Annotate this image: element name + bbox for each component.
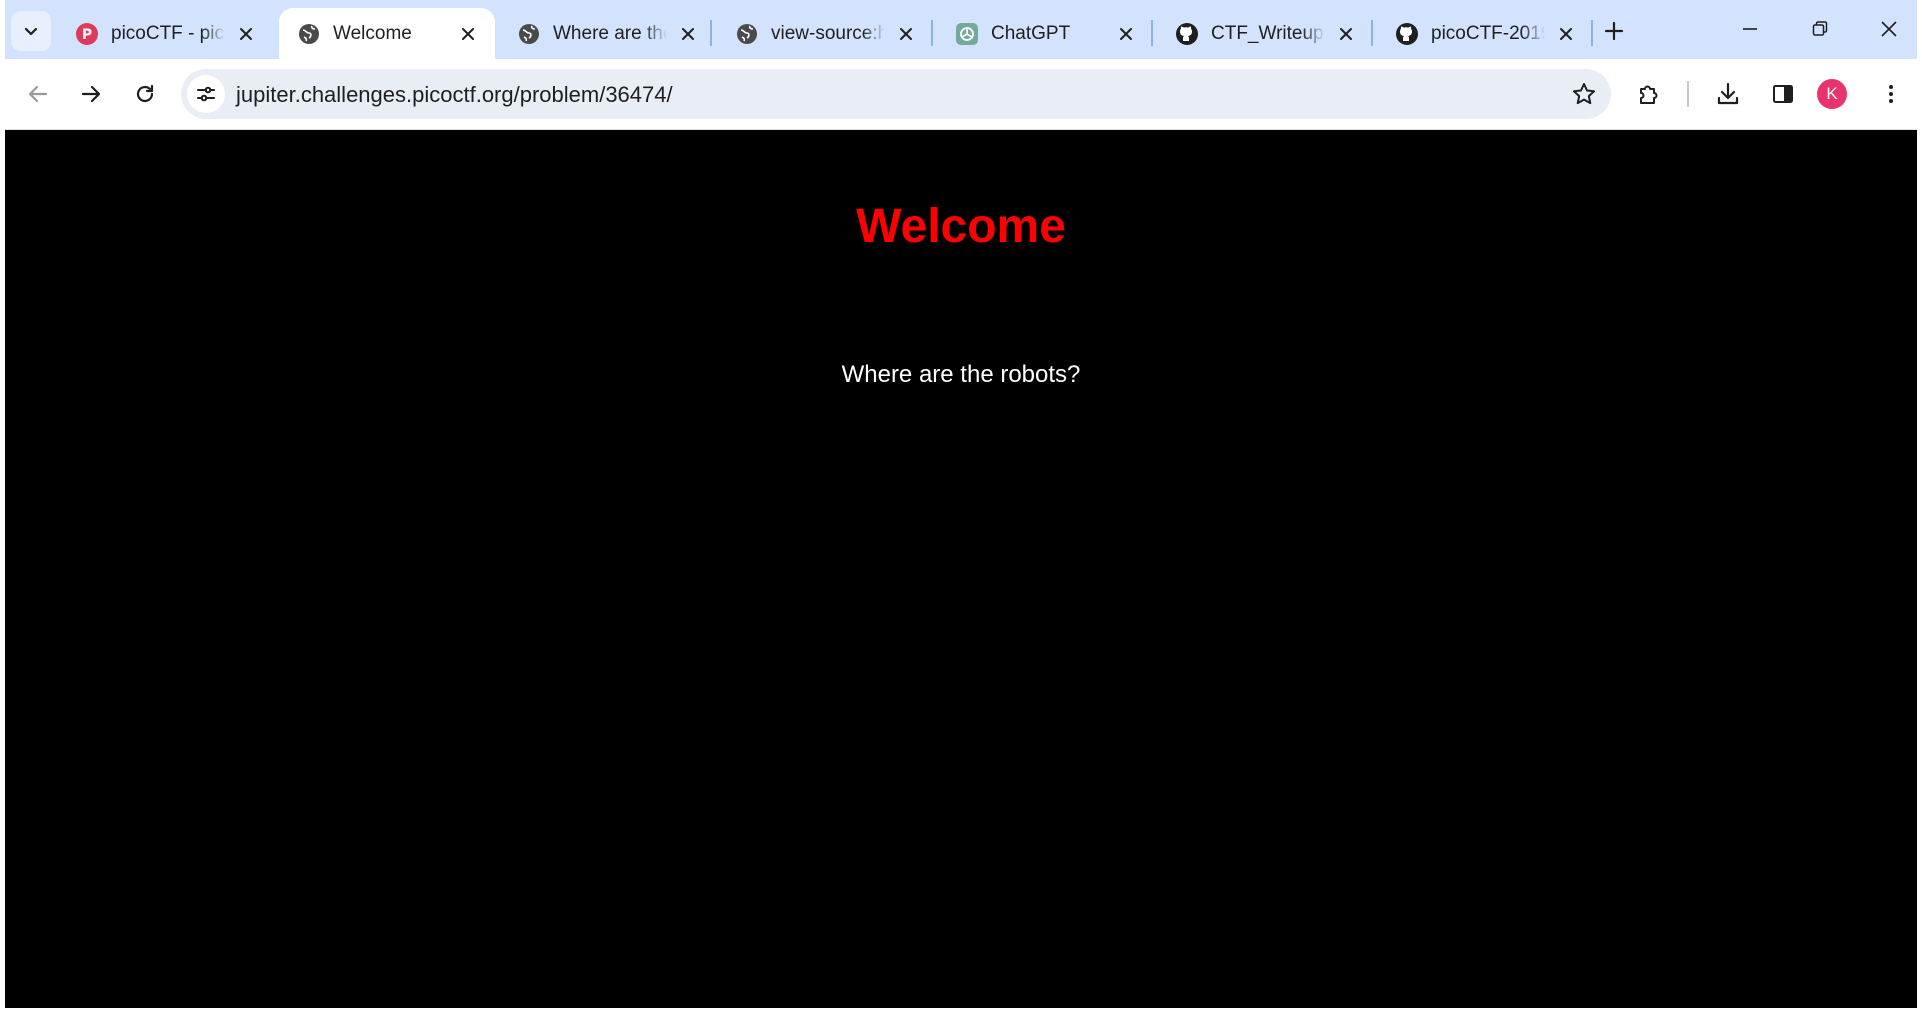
tab-picoctf[interactable]: P picoCTF - picoGym [57, 8, 273, 59]
puzzle-icon [1636, 81, 1662, 107]
toolbar-divider [1687, 81, 1689, 107]
close-icon[interactable] [1113, 21, 1139, 47]
minimize-icon [1741, 20, 1759, 38]
profile-avatar[interactable]: K [1817, 79, 1847, 109]
side-panel-icon [1771, 82, 1795, 106]
restore-icon [1811, 20, 1829, 38]
close-icon[interactable] [455, 21, 481, 47]
globe-icon [735, 22, 759, 46]
tab-separator [1591, 20, 1593, 46]
close-icon[interactable] [1333, 21, 1359, 47]
tab-separator [931, 20, 933, 46]
browser-toolbar: jupiter.challenges.picoctf.org/problem/3… [5, 59, 1917, 130]
tab-separator [1151, 20, 1153, 46]
tab-chatgpt[interactable]: ChatGPT [937, 8, 1153, 59]
window-close-button[interactable] [1859, 6, 1917, 52]
tab-label: picoCTF-2019 [1431, 22, 1545, 44]
svg-text:P: P [82, 27, 92, 43]
github-icon [1175, 22, 1199, 46]
tab-where-are-the-robots[interactable]: Where are the robots [499, 8, 715, 59]
back-button[interactable] [17, 73, 59, 115]
download-icon [1715, 81, 1741, 107]
close-icon[interactable] [1553, 21, 1579, 47]
globe-icon [517, 22, 541, 46]
tab-label: ChatGPT [991, 22, 1071, 44]
tab-search-button[interactable] [11, 11, 51, 51]
tab-label: Where are the robots [553, 22, 667, 44]
tab-label: CTF_Writeups [1211, 22, 1325, 44]
side-panel-button[interactable] [1762, 73, 1804, 115]
address-bar[interactable]: jupiter.challenges.picoctf.org/problem/3… [181, 69, 1611, 119]
tab-label: picoCTF - picoGym [111, 22, 225, 44]
tune-icon [195, 83, 217, 105]
reload-button[interactable] [124, 73, 166, 115]
tab-label: view-source:https:// [771, 22, 885, 44]
tab-picoctf-2019[interactable]: picoCTF-2019 [1377, 8, 1593, 59]
chevron-down-icon [23, 23, 39, 39]
tab-label: Welcome [333, 22, 412, 44]
arrow-right-icon [79, 82, 103, 106]
arrow-left-icon [26, 82, 50, 106]
star-icon [1571, 81, 1597, 107]
tab-strip: P picoCTF - picoGym Welcome Where are th… [5, 0, 1917, 59]
extensions-button[interactable] [1628, 73, 1670, 115]
plus-icon [1604, 21, 1624, 41]
browser-window: P picoCTF - picoGym Welcome Where are th… [5, 0, 1917, 1008]
picoctf-icon: P [75, 22, 99, 46]
reload-icon [133, 82, 157, 106]
github-icon [1395, 22, 1419, 46]
close-icon [1880, 20, 1898, 38]
page-content: Welcome Where are the robots? [5, 131, 1917, 1008]
restore-button[interactable] [1790, 6, 1850, 52]
tab-welcome[interactable]: Welcome [279, 8, 495, 59]
menu-button[interactable] [1870, 73, 1912, 115]
minimize-button[interactable] [1720, 6, 1780, 52]
more-vertical-icon [1879, 82, 1903, 106]
page-subtext: Where are the robots? [841, 361, 1081, 388]
site-info-button[interactable] [187, 75, 225, 113]
tab-ctf-writeups[interactable]: CTF_Writeups [1157, 8, 1373, 59]
new-tab-button[interactable] [1597, 14, 1631, 48]
close-icon[interactable] [893, 21, 919, 47]
page-heading: Welcome [856, 200, 1066, 253]
chatgpt-icon [955, 22, 979, 46]
downloads-button[interactable] [1707, 73, 1749, 115]
url-text[interactable]: jupiter.challenges.picoctf.org/problem/3… [236, 82, 673, 108]
tab-view-source[interactable]: view-source:https:// [717, 8, 933, 59]
tab-separator [1371, 20, 1373, 46]
globe-icon [297, 22, 321, 46]
close-icon[interactable] [233, 21, 259, 47]
bookmark-button[interactable] [1571, 81, 1597, 107]
tab-separator [710, 20, 712, 46]
forward-button[interactable] [70, 73, 112, 115]
close-icon[interactable] [675, 21, 701, 47]
